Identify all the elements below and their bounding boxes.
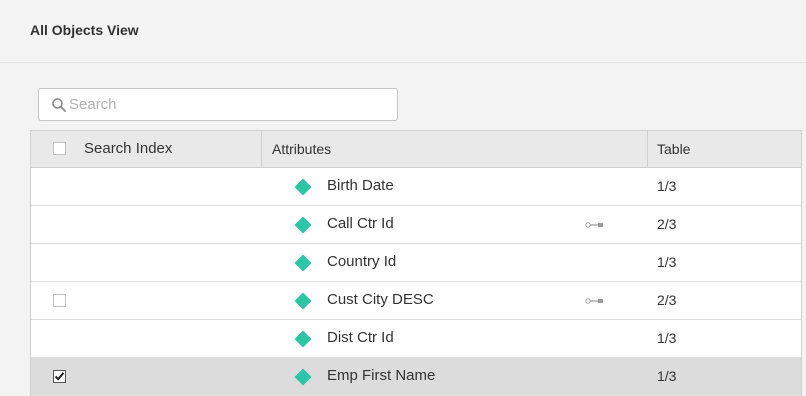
column-label: Search Index [84, 140, 173, 157]
attribute-diamond-icon [294, 330, 312, 348]
table-count: 1/3 [657, 254, 677, 270]
table-count: 2/3 [657, 292, 677, 308]
key-icon [585, 222, 603, 228]
table-body: Birth Date 1/3 Call Ctr Id 2/3 Country Id 1/3… [31, 168, 801, 396]
table-row[interactable]: Cust City DESC 2/3 [31, 282, 801, 320]
key-icon [585, 298, 603, 304]
column-header-table[interactable]: Table [648, 131, 801, 167]
attribute-diamond-icon [294, 292, 312, 310]
view-header: All Objects View [0, 0, 806, 63]
attribute-name: Country Id [327, 253, 397, 270]
table-row[interactable]: Birth Date 1/3 [31, 168, 801, 206]
column-header-attributes[interactable]: Attributes [262, 131, 648, 167]
table-header: Search Index Attributes Table [31, 130, 801, 168]
attribute-diamond-icon [294, 178, 312, 196]
objects-table: Search Index Attributes Table Birth Date… [30, 130, 802, 396]
column-header-search-index[interactable]: Search Index [31, 131, 262, 167]
attribute-name: Birth Date [327, 177, 394, 194]
attribute-diamond-icon [294, 368, 312, 386]
attribute-name: Call Ctr Id [327, 215, 394, 232]
table-count: 2/3 [657, 216, 677, 232]
table-row[interactable]: Dist Ctr Id 1/3 [31, 320, 801, 358]
table-count: 1/3 [657, 330, 677, 346]
table-row[interactable]: Call Ctr Id 2/3 [31, 206, 801, 244]
search-icon [52, 98, 66, 112]
search-index-checkbox[interactable] [53, 294, 66, 307]
search-index-checkbox[interactable] [53, 370, 66, 383]
attribute-diamond-icon [294, 254, 312, 272]
checkmark-icon [54, 372, 65, 381]
table-count: 1/3 [657, 178, 677, 194]
search-box[interactable] [38, 88, 398, 121]
table-count: 1/3 [657, 368, 677, 384]
attribute-diamond-icon [294, 216, 312, 234]
attribute-name: Cust City DESC [327, 291, 434, 308]
attribute-name: Dist Ctr Id [327, 329, 394, 346]
attribute-name: Emp First Name [327, 367, 436, 384]
page-title: All Objects View [30, 22, 139, 38]
table-row[interactable]: Emp First Name 1/3 [31, 358, 801, 396]
select-all-checkbox[interactable] [53, 142, 66, 155]
search-input[interactable] [69, 89, 389, 120]
table-row[interactable]: Country Id 1/3 [31, 244, 801, 282]
